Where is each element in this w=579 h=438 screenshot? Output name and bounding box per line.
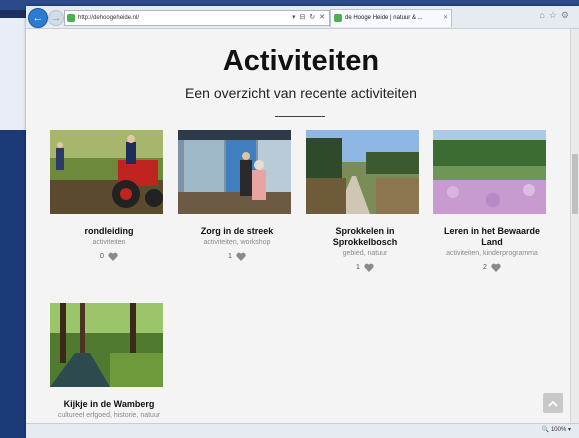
browser-window: ← → http://dehoogeheide.nl/ ▾ ⊟ ↻ ✕ de H… [26,6,579,438]
activity-tags[interactable]: activiteiten [50,239,168,246]
like-count: 0 [100,253,104,260]
activity-tags[interactable]: cultureel erfgoed, historie, natuur [50,412,168,419]
heart-icon[interactable] [364,263,374,272]
like-counter[interactable]: 1 [306,263,424,272]
like-counter[interactable]: 2 [433,263,551,272]
vertical-scrollbar[interactable] [570,29,579,423]
activity-image-tractor[interactable] [50,130,163,214]
heart-icon[interactable] [108,252,118,261]
scroll-to-top-button[interactable] [543,393,563,413]
activity-title[interactable]: rondleiding [50,226,168,237]
like-counter[interactable]: 0 [50,252,168,261]
address-url[interactable]: http://dehoogeheide.nl/ [78,11,139,25]
zoom-level[interactable]: 🔍 100% ▾ [542,426,571,433]
status-bar: 🔍 100% ▾ [26,423,579,438]
tab-title: de Hooge Heide | natuur & ... [345,15,423,21]
address-bar[interactable]: http://dehoogeheide.nl/ ▾ ⊟ ↻ ✕ [64,10,330,26]
page-subtitle: Een overzicht van recente activiteiten [185,85,417,101]
browser-toolbar: ← → http://dehoogeheide.nl/ ▾ ⊟ ↻ ✕ de H… [26,6,579,29]
like-counter[interactable]: 1 [178,252,296,261]
activity-card[interactable]: Sprokkelen in Sprokkelbosch gebied, natu… [306,130,424,272]
activity-title[interactable]: Zorg in de streek [178,226,296,237]
tab-favicon-icon [334,14,342,22]
activity-image-shop[interactable] [178,130,291,214]
activity-title[interactable]: Kijkje in de Wamberg [50,399,168,410]
like-count: 2 [483,264,487,271]
forward-button[interactable]: → [48,10,64,26]
back-button[interactable]: ← [28,8,48,28]
heart-icon[interactable] [236,252,246,261]
activity-card[interactable]: Kijkje in de Wamberg cultureel erfgoed, … [50,303,168,419]
activity-tags[interactable]: activiteiten, workshop [178,239,296,246]
heart-icon[interactable] [491,263,501,272]
zoom-value: 100% [550,427,567,433]
address-controls-icon[interactable]: ▾ ⊟ ↻ ✕ [292,11,326,25]
activity-tags[interactable]: activiteiten, kinderprogramma [433,250,551,257]
desktop-background [0,130,28,438]
activity-tags[interactable]: gebied, natuur [306,250,424,257]
activity-card[interactable]: Leren in het Bewaarde Land activiteiten,… [433,130,551,272]
favicon-icon [67,14,75,22]
activity-card[interactable]: Zorg in de streek activiteiten, workshop… [178,130,296,261]
like-count: 1 [228,253,232,260]
title-divider [275,116,325,117]
like-count: 1 [356,264,360,271]
activity-title[interactable]: Sprokkelen in Sprokkelbosch [306,226,424,248]
activity-title[interactable]: Leren in het Bewaarde Land [433,226,551,248]
background-window-left [0,18,28,130]
activity-image-stream[interactable] [50,303,163,387]
scrollbar-thumb[interactable] [572,154,578,214]
activity-image-heath[interactable] [433,130,546,214]
activity-image-path[interactable] [306,130,419,214]
browser-tab[interactable]: de Hooge Heide | natuur & ... ✕ [330,9,452,27]
activity-card[interactable]: rondleiding activiteiten 0 [50,130,168,261]
page-content: Activiteiten Een overzicht van recente a… [26,29,579,423]
chevron-up-icon [548,400,558,407]
page-title: Activiteiten [222,45,380,77]
toolbar-icons[interactable]: ⌂☆⚙ [539,10,573,21]
tab-close-icon[interactable]: ✕ [443,10,448,26]
